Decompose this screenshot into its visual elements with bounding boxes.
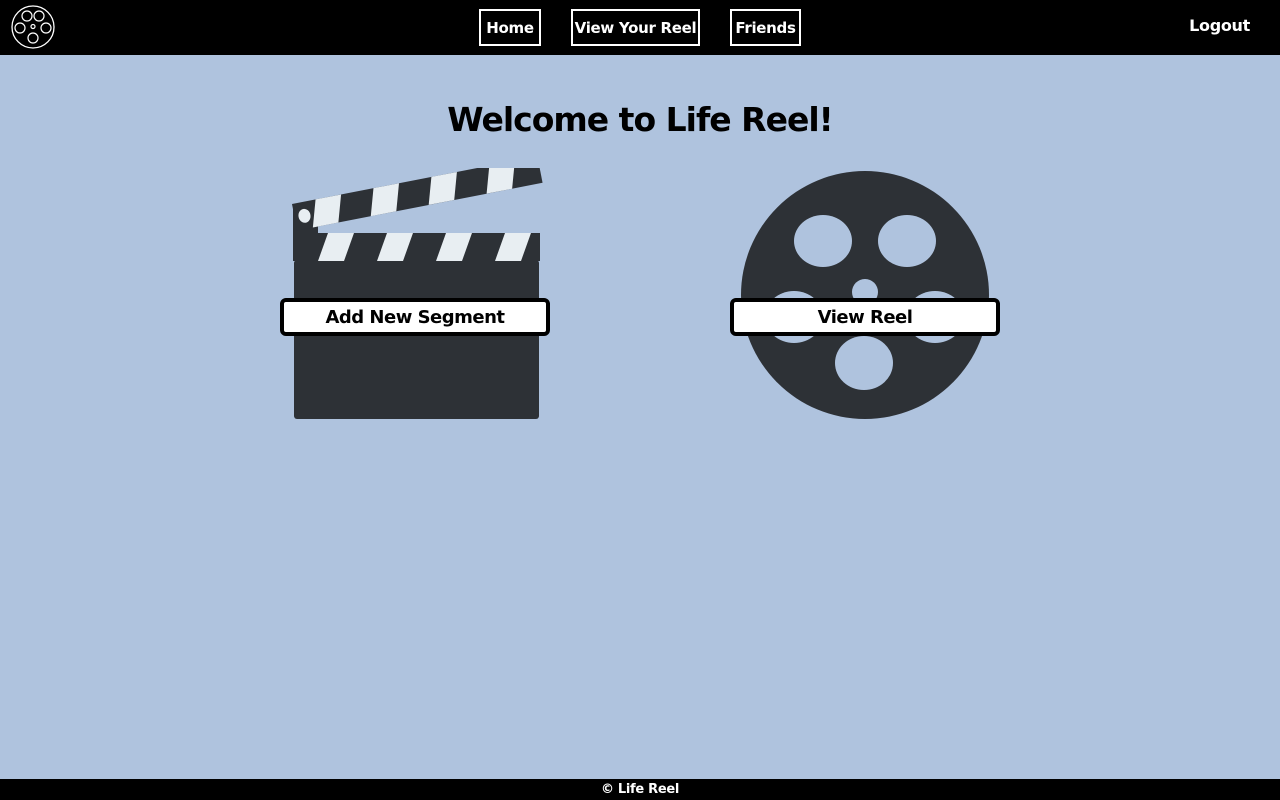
page-title: Welcome to Life Reel!	[447, 100, 833, 139]
film-reel-icon[interactable]	[10, 4, 56, 50]
navbar: Home View Your Reel Friends Logout	[0, 0, 1280, 55]
logout-link[interactable]: Logout	[1189, 16, 1250, 35]
clapperboard-icon	[292, 168, 543, 419]
footer: © Life Reel	[0, 779, 1280, 800]
nav-friends-link[interactable]: Friends	[730, 9, 801, 46]
view-reel-button[interactable]: View Reel	[730, 298, 1000, 336]
view-reel-card: View Reel	[730, 168, 1000, 422]
copyright-text: © Life Reel	[600, 782, 680, 797]
add-new-segment-button[interactable]: Add New Segment	[280, 298, 550, 336]
add-segment-card: Add New Segment	[280, 168, 550, 422]
nav-view-your-reel-link[interactable]: View Your Reel	[571, 9, 700, 46]
nav-home-link[interactable]: Home	[479, 9, 541, 46]
film-reel-icon	[741, 171, 989, 419]
